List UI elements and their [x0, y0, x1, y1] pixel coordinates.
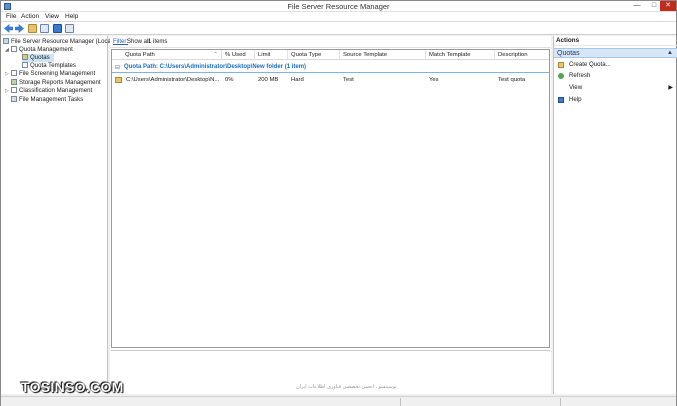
column-quota-type[interactable]: Quota Type [288, 50, 340, 60]
server-icon [3, 38, 9, 45]
menu-help[interactable]: Help [65, 13, 78, 20]
help-icon [558, 97, 564, 103]
app-window: File Server Resource Manager — □ ✕ File … [0, 0, 677, 406]
submenu-arrow-icon: ▶ [668, 85, 673, 91]
template-icon [22, 62, 28, 69]
up-folder-icon[interactable] [28, 24, 37, 33]
status-bar [1, 396, 676, 406]
cell-quota-path: C:\Users\Administrator\Desktop\N... [126, 77, 220, 83]
cell-description: Test quota [498, 77, 526, 83]
item-count: 1 items [148, 39, 168, 45]
cell-used: 0% [225, 77, 234, 83]
action-create-quota[interactable]: Create Quota... [554, 60, 677, 70]
cell-source-template: Test [343, 77, 354, 83]
column-limit[interactable]: Limit [255, 50, 288, 60]
minimize-button[interactable]: — [629, 1, 645, 11]
table-row[interactable]: C:\Users\Administrator\Desktop\N... 0% 2… [112, 75, 549, 85]
collapsed-icon: ▷ [5, 88, 9, 94]
window-title: File Server Resource Manager [287, 2, 390, 11]
help-icon[interactable] [53, 24, 62, 33]
status-segment [1, 398, 401, 406]
filter-bar: Filter: Show all 1 items [110, 36, 551, 48]
file-tasks-icon [11, 96, 17, 103]
collapsed-icon: ▷ [5, 71, 9, 77]
create-quota-icon [558, 62, 564, 68]
watermark-logo: TOSINSO.COM [21, 379, 124, 395]
details-pane: توسینسو ، انجمن تخصصی فناوری اطلاعات ایر… [111, 350, 550, 394]
close-button[interactable]: ✕ [660, 1, 676, 11]
actions-section-quotas[interactable]: Quotas ▲ [554, 48, 677, 58]
refresh-icon [558, 73, 564, 79]
quota-row-icon [115, 77, 122, 83]
navigation-tree: File Server Resource Manager (Local) ◢ Qu… [1, 36, 114, 394]
action-help[interactable]: Help [554, 95, 677, 105]
title-bar: File Server Resource Manager — □ ✕ [1, 1, 676, 12]
back-arrow-icon[interactable] [4, 24, 13, 33]
show-hide-tree-icon[interactable] [40, 24, 49, 33]
expanded-icon: ◢ [5, 47, 9, 53]
cell-limit: 200 MB [258, 77, 279, 83]
tree-item-quotas[interactable]: Quotas [22, 54, 54, 62]
filter-link[interactable]: Filter: [113, 39, 128, 45]
status-segment [401, 398, 561, 406]
group-title: Quota Path: C:\Users\Administrator\Deskt… [124, 64, 307, 70]
quota-icon [22, 54, 28, 61]
file-screening-icon [11, 70, 17, 77]
column-match-template[interactable]: Match Template [426, 50, 495, 60]
column-quota-path[interactable]: Quota Path ⌃ [112, 50, 222, 60]
action-refresh[interactable]: Refresh [554, 71, 677, 81]
tree-item-quota-management[interactable]: ◢ Quota Management [5, 46, 73, 54]
tree-root[interactable]: File Server Resource Manager (Local) [3, 38, 114, 46]
tree-item-storage-reports[interactable]: Storage Reports Management [11, 79, 101, 87]
menu-view[interactable]: View [45, 13, 59, 20]
cell-quota-type: Hard [291, 77, 304, 83]
show-action-pane-icon[interactable] [65, 24, 74, 33]
forward-arrow-icon[interactable] [15, 24, 24, 33]
quota-list: Quota Path ⌃ % Used Limit Quota Type Sour… [111, 49, 550, 348]
column-description[interactable]: Description [495, 50, 549, 60]
actions-header: Actions [554, 36, 677, 46]
collapse-section-icon[interactable]: ▲ [667, 50, 673, 56]
column-source-template[interactable]: Source Template [340, 50, 426, 60]
tree-item-file-tasks[interactable]: File Management Tasks [11, 96, 83, 104]
column-used[interactable]: % Used [222, 50, 255, 60]
action-view[interactable]: View ▶ [554, 83, 677, 93]
storage-reports-icon [11, 79, 17, 86]
watermark-persian: توسینسو ، انجمن تخصصی فناوری اطلاعات ایر… [296, 384, 397, 390]
quota-management-icon [11, 46, 17, 53]
filter-value: Show all [127, 39, 150, 45]
tree-item-classification[interactable]: ▷ Classification Management [5, 87, 92, 95]
menu-bar: File Action View Help [1, 12, 676, 22]
actions-section-title: Quotas [557, 50, 580, 57]
tree-item-file-screening[interactable]: ▷ File Screening Management [5, 70, 95, 78]
menu-file[interactable]: File [6, 13, 16, 20]
actions-pane: Actions Quotas ▲ Create Quota... Refresh… [553, 36, 677, 394]
group-header[interactable]: ⊟ Quota Path: C:\Users\Administrator\Des… [112, 63, 549, 73]
cell-match-template: Yes [429, 77, 439, 83]
toolbar [1, 22, 676, 35]
results-pane: Filter: Show all 1 items Quota Path ⌃ % U… [110, 36, 551, 394]
list-header: Quota Path ⌃ % Used Limit Quota Type Sour… [112, 50, 549, 60]
group-collapse-icon[interactable]: ⊟ [115, 64, 120, 71]
classification-icon [11, 87, 17, 94]
tree-item-quota-templates[interactable]: Quota Templates [22, 62, 76, 70]
menu-action[interactable]: Action [21, 13, 39, 20]
sort-indicator-icon: ⌃ [213, 52, 218, 58]
